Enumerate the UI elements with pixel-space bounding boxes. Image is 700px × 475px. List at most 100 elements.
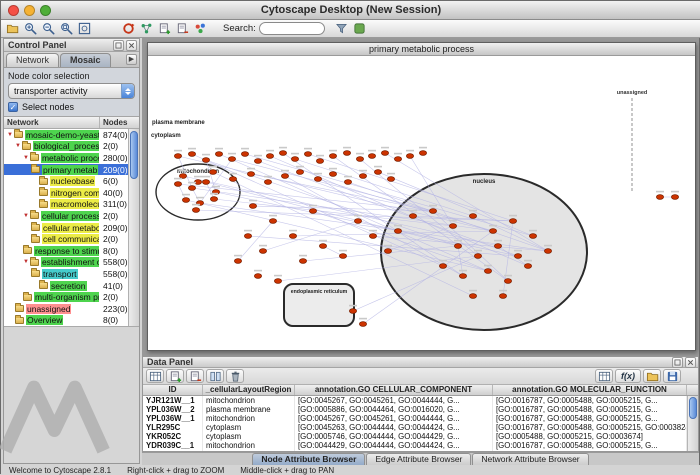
network-node[interactable] — [406, 154, 413, 159]
network-node[interactable] — [484, 269, 491, 274]
tab-edge-attribute-browser[interactable]: Edge Attribute Browser — [366, 453, 471, 465]
tab-scroll-right-button[interactable]: ▶ — [126, 54, 137, 65]
close-panel-icon[interactable] — [126, 40, 137, 51]
network-node[interactable] — [349, 309, 356, 314]
network-node[interactable] — [387, 177, 394, 182]
network-node[interactable] — [544, 249, 551, 254]
network-node[interactable] — [254, 159, 261, 164]
network-node[interactable] — [215, 152, 222, 157]
column-header[interactable]: annotation.GO CELLULAR_COMPONENT — [295, 385, 493, 395]
network-node[interactable] — [234, 259, 241, 264]
network-node[interactable] — [354, 219, 361, 224]
tree-row[interactable]: nitrogen compo40(0) — [4, 187, 139, 199]
network-node[interactable] — [254, 274, 261, 279]
tree-row[interactable]: response to stimul8(0) — [4, 245, 139, 257]
network-node[interactable] — [509, 219, 516, 224]
network-node[interactable] — [247, 172, 254, 177]
network-node[interactable] — [296, 170, 303, 175]
network-node[interactable] — [474, 254, 481, 259]
table-row[interactable]: YLR295Ccytoplasm[GO:0045263, GO:0044444,… — [143, 423, 698, 432]
network-node[interactable] — [439, 264, 446, 269]
network-node[interactable] — [343, 151, 350, 156]
network-node[interactable] — [429, 209, 436, 214]
network-node[interactable] — [241, 152, 248, 157]
close-window-button[interactable] — [8, 5, 19, 16]
network-node[interactable] — [524, 264, 531, 269]
open-session-icon[interactable] — [4, 21, 21, 36]
network-node[interactable] — [671, 195, 678, 200]
expander-icon[interactable]: ▼ — [15, 143, 21, 149]
function-builder-button[interactable]: f(x) — [615, 369, 641, 383]
network-node[interactable] — [210, 197, 217, 202]
float-panel-icon[interactable] — [672, 357, 683, 368]
tree-scrollbar[interactable] — [128, 129, 139, 326]
network-node[interactable] — [202, 158, 209, 163]
scrollbar-thumb[interactable] — [689, 397, 697, 419]
tree-row[interactable]: cell communica2(0) — [4, 233, 139, 245]
tree-row[interactable]: macromolecule311(0) — [4, 199, 139, 211]
network-node[interactable] — [228, 157, 235, 162]
network-node[interactable] — [381, 151, 388, 156]
create-view-icon[interactable] — [156, 21, 173, 36]
network-node[interactable] — [489, 229, 496, 234]
network-node[interactable] — [469, 294, 476, 299]
network-view-titlebar[interactable]: primary metabolic process — [148, 43, 695, 56]
tree-row[interactable]: ▼cellular process2(0) — [4, 210, 139, 222]
network-node[interactable] — [182, 198, 189, 203]
network-node[interactable] — [409, 214, 416, 219]
table-row[interactable]: YKR052Ccytoplasm[GO:0005746, GO:0044444,… — [143, 432, 698, 441]
network-node[interactable] — [279, 151, 286, 156]
network-node[interactable] — [174, 182, 181, 187]
import-attributes-icon[interactable] — [643, 369, 661, 383]
table-row[interactable]: YPL036W__1mitochondrion[GO:0045267, GO:0… — [143, 414, 698, 423]
network-node[interactable] — [174, 154, 181, 159]
network-node[interactable] — [188, 186, 195, 191]
search-input[interactable] — [259, 22, 325, 35]
network-node[interactable] — [359, 174, 366, 179]
column-header[interactable]: annotation.GO MOLECULAR_FUNCTION — [493, 385, 687, 395]
network-canvas[interactable]: mitochondrionnucleusendoplasmic reticulu… — [148, 56, 695, 350]
scrollbar-thumb[interactable] — [130, 131, 138, 179]
delete-attribute-icon[interactable] — [186, 369, 204, 383]
select-all-attributes-icon[interactable] — [146, 369, 164, 383]
control-panel-header[interactable]: Control Panel — [4, 39, 139, 52]
network-node[interactable] — [499, 294, 506, 299]
tree-row[interactable]: transport558(0) — [4, 268, 139, 280]
table-scrollbar[interactable] — [687, 396, 698, 451]
zoom-selected-icon[interactable] — [58, 21, 75, 36]
node-color-dropdown[interactable]: transporter activity — [8, 83, 135, 99]
network-node[interactable] — [329, 154, 336, 159]
tree-row[interactable]: secretion41(0) — [4, 280, 139, 292]
network-node[interactable] — [316, 159, 323, 164]
network-node[interactable] — [244, 234, 251, 239]
minimize-window-button[interactable] — [24, 5, 35, 16]
network-node[interactable] — [309, 209, 316, 214]
network-node[interactable] — [259, 249, 266, 254]
close-panel-icon[interactable] — [685, 357, 696, 368]
network-node[interactable] — [469, 214, 476, 219]
network-node[interactable] — [266, 154, 273, 159]
zoom-fit-icon[interactable] — [76, 21, 93, 36]
network-node[interactable] — [504, 279, 511, 284]
network-node[interactable] — [419, 151, 426, 156]
zoom-in-icon[interactable] — [22, 21, 39, 36]
float-panel-icon[interactable] — [113, 40, 124, 51]
network-canvas-svg[interactable]: mitochondrionnucleusendoplasmic reticulu… — [148, 56, 695, 350]
tree-column-nodes[interactable]: Nodes — [100, 117, 139, 128]
network-node[interactable] — [514, 254, 521, 259]
network-edge[interactable] — [263, 221, 358, 251]
tree-row[interactable]: ▼metabolic process280(0) — [4, 152, 139, 164]
tree-row[interactable]: multi-organism pro2(0) — [4, 291, 139, 303]
network-node[interactable] — [249, 204, 256, 209]
table-row[interactable]: YPL036W__2plasma membrane[GO:0005886, GO… — [143, 405, 698, 414]
network-node[interactable] — [202, 180, 209, 185]
column-header[interactable]: ID — [143, 385, 203, 395]
zoom-window-button[interactable] — [40, 5, 51, 16]
tab-node-attribute-browser[interactable]: Node Attribute Browser — [252, 453, 365, 465]
save-attributes-icon[interactable] — [663, 369, 681, 383]
attribute-matrix-icon[interactable] — [595, 369, 613, 383]
network-node[interactable] — [384, 249, 391, 254]
network-node[interactable] — [179, 174, 186, 179]
select-nodes-checkbox[interactable]: ✓ — [8, 102, 18, 112]
network-node[interactable] — [291, 157, 298, 162]
